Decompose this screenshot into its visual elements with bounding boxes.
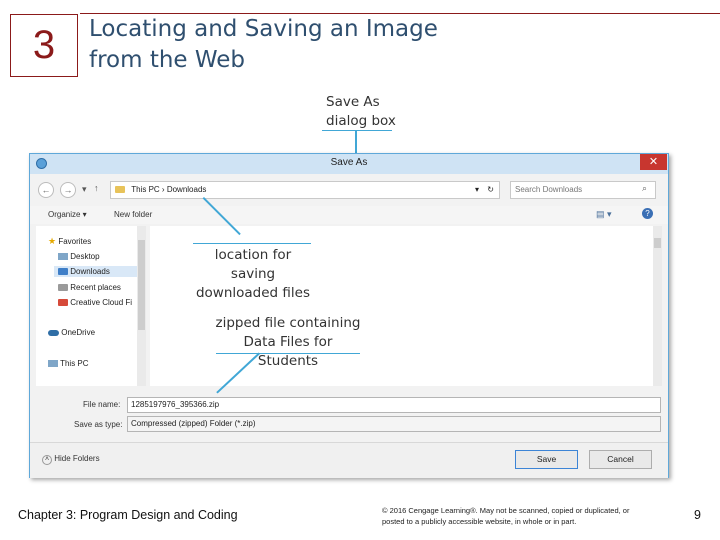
folder-icon: [115, 186, 125, 194]
address-dropdown-icon[interactable]: ▾: [475, 182, 479, 198]
hide-folders-label: Hide Folders: [54, 454, 100, 463]
file-options-area: File name: 1285197976_395366.zip Save as…: [30, 392, 668, 442]
this-pc-icon: [48, 360, 58, 368]
dialog-toolbar: Organize ▾ New folder ▤ ▾ ?: [30, 206, 668, 224]
nav-creative-cloud-label: Creative Cloud Fi: [70, 298, 133, 307]
nav-onedrive-label: OneDrive: [61, 328, 96, 337]
nav-onedrive[interactable]: OneDrive: [48, 328, 95, 337]
nav-this-pc[interactable]: This PC: [48, 359, 89, 368]
nav-scrollbar[interactable]: [137, 226, 146, 386]
back-icon[interactable]: ←: [38, 182, 54, 198]
callout-save-as-underline: [322, 130, 392, 131]
recent-places-icon: [58, 284, 68, 292]
view-options-icon[interactable]: ▤ ▾: [596, 209, 612, 220]
slide-title-line2: from the Web: [89, 47, 246, 73]
organize-button[interactable]: Organize ▾: [48, 210, 87, 219]
save-type-select[interactable]: Compressed (zipped) Folder (*.zip): [127, 416, 661, 432]
desktop-icon: [58, 253, 68, 261]
dialog-footer: ˄ Hide Folders Save Cancel: [30, 442, 668, 478]
up-arrow-icon[interactable]: ↑: [94, 183, 99, 193]
close-button[interactable]: ✕: [640, 154, 667, 170]
callout-zipped: zipped file containing Data Files for St…: [214, 314, 362, 371]
nav-favorites-label: Favorites: [58, 237, 92, 246]
save-button[interactable]: Save: [515, 450, 578, 469]
address-bar[interactable]: This PC › Downloads ▾ ↻: [110, 181, 500, 199]
file-name-label: File name:: [83, 400, 121, 409]
onedrive-icon: [48, 329, 59, 336]
nav-downloads-label: Downloads: [70, 267, 110, 276]
footer-copyright: © 2016 Cengage Learning®. May not be sca…: [382, 506, 630, 526]
callout-location: location for saving downloaded files: [192, 246, 314, 303]
downloads-icon: [58, 268, 68, 276]
forward-icon[interactable]: →: [60, 182, 76, 198]
recent-chevron-icon[interactable]: ▾: [82, 184, 87, 195]
breadcrumb-this-pc[interactable]: This PC: [131, 185, 159, 194]
nav-desktop-label: Desktop: [70, 252, 100, 261]
star-icon: ★: [48, 236, 57, 246]
callout-location-line2: downloaded files: [195, 285, 311, 301]
search-icon: ⌕: [642, 183, 648, 193]
refresh-icon[interactable]: ↻: [487, 182, 494, 198]
nav-desktop[interactable]: Desktop: [58, 252, 100, 261]
help-icon[interactable]: ?: [642, 208, 653, 219]
chevron-up-icon: ˄: [42, 455, 52, 465]
hide-folders-button[interactable]: ˄ Hide Folders: [42, 454, 100, 465]
nav-creative-cloud[interactable]: Creative Cloud Fi: [58, 298, 132, 307]
nav-this-pc-label: This PC: [60, 359, 89, 368]
callout-save-as-line2: dialog box: [326, 113, 396, 129]
callout-zipped-line2: Data Files for Students: [243, 334, 333, 369]
slide-title: Locating and Saving an Image from the We…: [89, 14, 549, 76]
new-folder-button[interactable]: New folder: [114, 210, 152, 219]
nav-recent-places[interactable]: Recent places: [58, 283, 121, 292]
callout-save-as-line1: Save As: [326, 94, 380, 110]
nav-recent-places-label: Recent places: [70, 283, 121, 292]
nav-favorites[interactable]: ★ Favorites: [48, 236, 91, 247]
callout-location-underline: [193, 243, 311, 244]
slide-title-line1: Locating and Saving an Image: [89, 16, 438, 42]
dialog-titlebar: Save As ✕: [30, 154, 668, 174]
breadcrumb-downloads[interactable]: Downloads: [167, 185, 207, 194]
navigation-pane: ★ Favorites Desktop Downloads Recent pla…: [36, 226, 143, 386]
chapter-number: 3: [10, 14, 78, 77]
callout-location-line1: location for saving: [214, 247, 292, 282]
file-name-input[interactable]: 1285197976_395366.zip: [127, 397, 661, 413]
save-type-label: Save as type:: [74, 420, 123, 429]
page-number: 9: [694, 508, 701, 522]
content-scrollbar-thumb[interactable]: [654, 238, 661, 248]
content-scrollbar[interactable]: [653, 226, 662, 386]
cancel-button[interactable]: Cancel: [589, 450, 652, 469]
nav-downloads[interactable]: Downloads: [54, 266, 142, 277]
nav-scrollbar-thumb[interactable]: [138, 240, 145, 330]
dialog-title: Save As: [330, 157, 368, 168]
callout-save-as: Save As dialog box: [318, 93, 398, 131]
callout-zipped-line1: zipped file containing: [215, 315, 361, 331]
creative-cloud-icon: [58, 299, 68, 307]
callout-zipped-underline: [216, 353, 360, 354]
search-input[interactable]: Search Downloads: [510, 181, 656, 199]
footer-chapter: Chapter 3: Program Design and Coding: [18, 508, 238, 522]
